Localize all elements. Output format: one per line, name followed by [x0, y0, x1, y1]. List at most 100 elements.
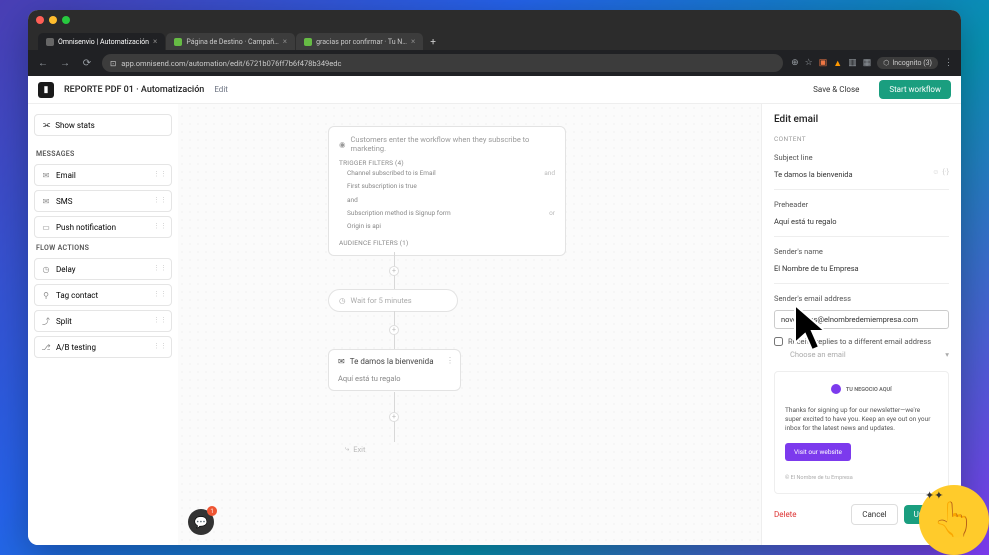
- sidebar-item-tag[interactable]: ⚲Tag contact⋮⋮: [34, 284, 172, 306]
- personalize-icon[interactable]: {·}: [942, 168, 949, 176]
- audience-filters-title: AUDIENCE FILTERS (1): [339, 239, 555, 247]
- clock-icon: ◷: [339, 296, 346, 305]
- flow-section-title: FLOW ACTIONS: [36, 244, 170, 252]
- minimize-window-dot[interactable]: [49, 16, 57, 24]
- browser-tabs: Omnisenvio | Automatización × Página de D…: [28, 30, 961, 50]
- hand-icon: 👆: [933, 500, 975, 540]
- emoji-icon[interactable]: ☺: [932, 168, 939, 176]
- save-close-button[interactable]: Save & Close: [803, 80, 869, 99]
- sidebar-item-label: Email: [56, 171, 76, 180]
- node-menu-icon[interactable]: ⋮: [446, 356, 454, 365]
- close-tab-icon[interactable]: ×: [283, 37, 287, 46]
- subject-value[interactable]: Te damos la bienvenida: [774, 166, 949, 183]
- choose-email-select[interactable]: Choose an email ▾: [774, 350, 949, 359]
- click-hint-overlay: 👆 ✦✦: [919, 485, 989, 555]
- sidebar-item-ab[interactable]: ⎇A/B testing⋮⋮: [34, 336, 172, 358]
- split-icon: ⤴: [41, 316, 51, 326]
- sidebar-item-label: Tag contact: [56, 291, 98, 300]
- favicon: [304, 38, 312, 46]
- filter-op: or: [549, 207, 555, 219]
- grip-icon: ⋮⋮: [153, 342, 167, 350]
- sender-email-input[interactable]: [774, 310, 949, 329]
- ext2-icon[interactable]: ▥: [848, 58, 857, 68]
- star-icon[interactable]: ☆: [805, 58, 813, 68]
- filter-op: and: [544, 167, 555, 179]
- browser-tab[interactable]: gracias por confirmar · Tu N… ×: [296, 33, 423, 50]
- exit-node[interactable]: ⤷Exit: [345, 444, 365, 454]
- menu-icon[interactable]: ⋮: [944, 58, 953, 68]
- chat-fab[interactable]: 💬 1: [188, 509, 214, 535]
- preheader-value[interactable]: Aquí está tu regalo: [774, 213, 949, 230]
- close-tab-icon[interactable]: ×: [411, 37, 415, 46]
- cancel-button[interactable]: Cancel: [851, 504, 897, 525]
- grip-icon: ⋮⋮: [153, 170, 167, 178]
- puzzle-icon[interactable]: ▦: [863, 58, 872, 68]
- email-icon: ✉: [41, 170, 51, 180]
- exit-icon: ⤷: [345, 444, 349, 454]
- content-section-label: CONTENT: [774, 135, 949, 143]
- workflow-canvas[interactable]: ◉Customers enter the workflow when they …: [178, 104, 761, 545]
- close-tab-icon[interactable]: ×: [153, 37, 157, 46]
- sidebar-item-sms[interactable]: ✉SMS⋮⋮: [34, 190, 172, 212]
- trigger-node[interactable]: ◉Customers enter the workflow when they …: [328, 126, 566, 256]
- ext-icon[interactable]: ▣: [819, 58, 828, 68]
- sidebar-item-push[interactable]: ▭Push notification⋮⋮: [34, 216, 172, 238]
- filter-line: Subscription method is Signup form: [347, 207, 451, 219]
- incognito-badge: ⬡Incognito (3): [877, 57, 938, 69]
- choose-email-label: Choose an email: [790, 350, 846, 359]
- close-window-dot[interactable]: [36, 16, 44, 24]
- grip-icon: ⋮⋮: [153, 222, 167, 230]
- email-node-sub: Aquí está tu regalo: [338, 374, 451, 383]
- reload-icon[interactable]: ⟳: [80, 58, 94, 69]
- back-icon[interactable]: ←: [36, 58, 50, 69]
- sender-email-label: Sender's email address: [774, 294, 949, 303]
- clock-icon: ◷: [41, 264, 51, 274]
- email-icon: ✉: [338, 357, 345, 366]
- panel-title: Edit email: [774, 114, 949, 125]
- preheader-label: Preheader: [774, 200, 949, 209]
- start-workflow-button[interactable]: Start workflow: [879, 80, 951, 99]
- add-step-button[interactable]: +: [389, 325, 399, 335]
- push-icon: ▭: [41, 222, 51, 232]
- sidebar-item-email[interactable]: ✉ Email ⋮⋮: [34, 164, 172, 186]
- address-bar[interactable]: ⊡ app.omnisend.com/automation/edit/6721b…: [102, 54, 783, 72]
- sidebar-item-split[interactable]: ⤴Split⋮⋮: [34, 310, 172, 332]
- show-stats-button[interactable]: ⫘ Show stats: [34, 114, 172, 136]
- maximize-window-dot[interactable]: [62, 16, 70, 24]
- sender-name-value[interactable]: El Nombre de tu Empresa: [774, 260, 949, 277]
- bell-icon[interactable]: ▲: [833, 58, 842, 69]
- browser-tab[interactable]: Omnisenvio | Automatización ×: [38, 33, 165, 50]
- tab-title: gracias por confirmar · Tu N…: [316, 38, 407, 46]
- lock-icon: ⊡: [110, 59, 116, 68]
- sender-name-label: Sender's name: [774, 247, 949, 256]
- add-step-button[interactable]: +: [389, 412, 399, 422]
- reply-different-checkbox[interactable]: [774, 337, 783, 346]
- app-logo[interactable]: ▮: [38, 82, 54, 98]
- email-node-title: Te damos la bienvenida: [350, 357, 434, 366]
- spark-icon: ✦✦: [925, 489, 943, 502]
- chat-badge: 1: [207, 506, 217, 516]
- wait-node[interactable]: ◷ Wait for 5 minutes: [328, 289, 458, 312]
- preview-body: Thanks for signing up for our newsletter…: [785, 406, 938, 433]
- contact-icon: ◉: [339, 140, 346, 149]
- email-node[interactable]: ✉ Te damos la bienvenida Aquí está tu reg…: [328, 349, 461, 391]
- translate-icon[interactable]: ⊕: [791, 58, 799, 68]
- add-step-button[interactable]: +: [389, 266, 399, 276]
- app-header: ▮ REPORTE PDF 01 · Automatización Edit S…: [28, 76, 961, 104]
- filter-line: and: [347, 194, 358, 206]
- edit-title-link[interactable]: Edit: [214, 85, 228, 94]
- subject-label: Subject line: [774, 153, 949, 162]
- filter-line: Origin is api: [347, 220, 381, 232]
- preview-logo-icon: [831, 384, 841, 394]
- browser-tab[interactable]: Página de Destino · Campañ…×: [166, 33, 295, 50]
- sidebar-item-delay[interactable]: ◷Delay⋮⋮: [34, 258, 172, 280]
- email-preview: TU NEGOCIO AQUÍ Thanks for signing up fo…: [774, 371, 949, 494]
- tab-title: Omnisenvio | Automatización: [58, 38, 149, 46]
- new-tab-button[interactable]: +: [424, 35, 442, 50]
- left-sidebar: ⫘ Show stats MESSAGES ✉ Email ⋮⋮ ✉SMS⋮⋮ ▭P…: [28, 104, 178, 545]
- sidebar-item-label: A/B testing: [56, 343, 96, 352]
- messages-section-title: MESSAGES: [36, 150, 170, 158]
- page-title: REPORTE PDF 01 · Automatización: [64, 85, 204, 95]
- forward-icon[interactable]: →: [58, 58, 72, 69]
- delete-link[interactable]: Delete: [774, 510, 797, 519]
